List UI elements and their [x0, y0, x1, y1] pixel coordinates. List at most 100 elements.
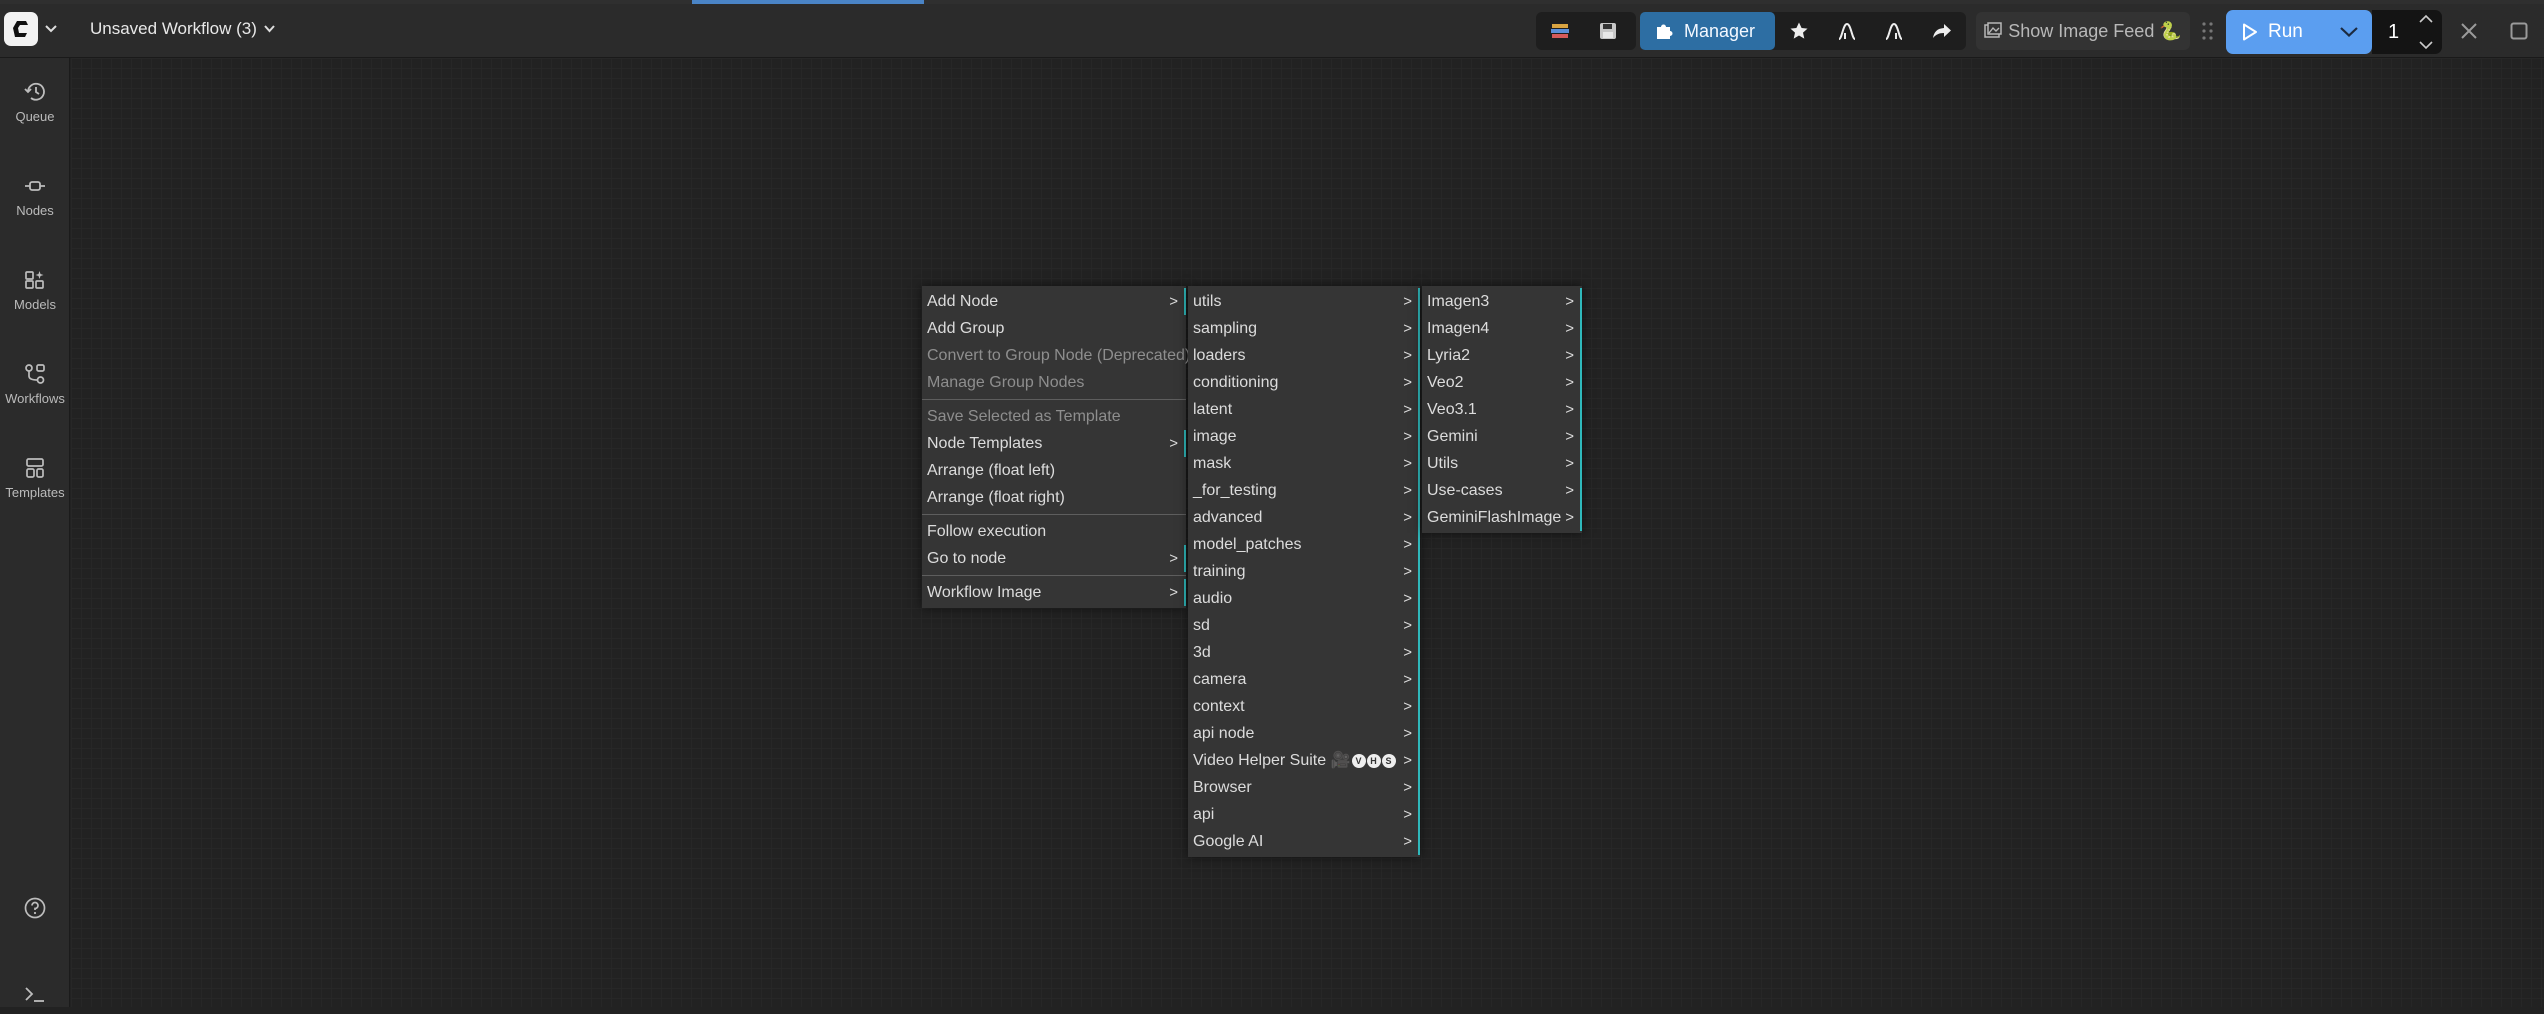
show-image-feed-button[interactable]: Show Image Feed 🐍	[1976, 12, 2190, 50]
run-button-group: Run	[2226, 10, 2372, 54]
category-lyria2[interactable]: Lyria2 >	[1422, 342, 1582, 369]
category-api-node[interactable]: api node >	[1188, 720, 1420, 747]
category-loaders[interactable]: loaders >	[1188, 342, 1420, 369]
sidebar-item-nodes[interactable]: Nodes	[0, 166, 70, 226]
sidebar-item-workflows[interactable]: Workflows	[0, 354, 70, 414]
sidebar-item-models[interactable]: Models	[0, 260, 70, 320]
menu-item-node-templates[interactable]: Node Templates >	[922, 430, 1186, 457]
category-browser[interactable]: Browser >	[1188, 774, 1420, 801]
chevron-down-icon	[264, 25, 275, 33]
graph-icon	[1838, 22, 1856, 40]
run-options-button[interactable]	[2326, 10, 2372, 54]
submenu-arrow-icon: >	[1403, 590, 1412, 607]
category-utils[interactable]: utils >	[1188, 288, 1420, 315]
submenu-arrow-icon: >	[1169, 435, 1178, 452]
category-google-ai[interactable]: Google AI >	[1188, 828, 1420, 855]
library-button[interactable]	[1536, 12, 1584, 50]
menu-separator	[922, 575, 1186, 576]
menu-item-convert-to-group-node: Convert to Group Node (Deprecated)	[922, 342, 1190, 369]
favorites-button[interactable]	[1775, 12, 1823, 50]
chevron-up-icon[interactable]	[2419, 14, 2433, 23]
category-imagen4[interactable]: Imagen4 >	[1422, 315, 1582, 342]
submenu-arrow-icon: >	[1403, 725, 1412, 742]
submenu-arrow-icon: >	[1403, 482, 1412, 499]
category-video-helper-suite[interactable]: Video Helper Suite 🎥 V H S >	[1188, 747, 1420, 774]
category-3d[interactable]: 3d >	[1188, 639, 1420, 666]
category-api[interactable]: api >	[1188, 801, 1420, 828]
star-icon	[1790, 22, 1808, 39]
close-icon[interactable]	[2452, 14, 2486, 48]
menu-item-label: mask	[1193, 455, 1232, 472]
submenu-arrow-icon: >	[1403, 347, 1412, 364]
menu-item-label: Workflow Image	[927, 584, 1042, 601]
category-conditioning[interactable]: conditioning >	[1188, 369, 1420, 396]
category-veo2[interactable]: Veo2 >	[1422, 369, 1582, 396]
workflow-title[interactable]: Unsaved Workflow (3)	[90, 16, 275, 42]
menu-item-follow-execution[interactable]: Follow execution	[922, 518, 1186, 545]
category-veo3-1[interactable]: Veo3.1 >	[1422, 396, 1582, 423]
category-image[interactable]: image >	[1188, 423, 1420, 450]
save-button[interactable]	[1584, 12, 1632, 50]
category-use-cases[interactable]: Use-cases >	[1422, 477, 1582, 504]
menu-item-label: sd	[1193, 617, 1210, 634]
graph-icon	[1885, 22, 1903, 40]
terminal-button[interactable]	[0, 974, 70, 1014]
menu-item-label: image	[1193, 428, 1237, 445]
image-feed-label: Show Image Feed 🐍	[2008, 20, 2182, 41]
chevron-down-icon[interactable]	[2419, 41, 2433, 50]
category-sd[interactable]: sd >	[1188, 612, 1420, 639]
category-mask[interactable]: mask >	[1188, 450, 1420, 477]
category-advanced[interactable]: advanced >	[1188, 504, 1420, 531]
menu-item-arrange-float-left[interactable]: Arrange (float left)	[922, 457, 1186, 484]
category-camera[interactable]: camera >	[1188, 666, 1420, 693]
category-context[interactable]: context >	[1188, 693, 1420, 720]
chevron-down-icon[interactable]	[42, 18, 60, 40]
category-sampling[interactable]: sampling >	[1188, 315, 1420, 342]
category-model-patches[interactable]: model_patches >	[1188, 531, 1420, 558]
submenu-arrow-icon: >	[1403, 644, 1412, 661]
submenu-arrow-icon: >	[1565, 509, 1574, 526]
category-utils[interactable]: Utils >	[1422, 450, 1582, 477]
menu-item-arrange-float-right[interactable]: Arrange (float right)	[922, 484, 1186, 511]
manager-toolgroup: Manager	[1640, 12, 1966, 50]
save-icon	[1600, 23, 1616, 39]
submenu-arrow-icon: >	[1565, 320, 1574, 337]
category-audio[interactable]: audio >	[1188, 585, 1420, 612]
workflow-graph-button[interactable]	[1823, 12, 1871, 50]
category-gemini-flash-image[interactable]: GeminiFlashImage >	[1422, 504, 1582, 531]
manager-button[interactable]: Manager	[1640, 12, 1776, 50]
run-button[interactable]: Run	[2226, 10, 2326, 54]
menu-item-label: 3d	[1193, 644, 1211, 661]
comfy-logo-icon[interactable]	[4, 12, 38, 46]
category-gemini[interactable]: Gemini >	[1422, 423, 1582, 450]
submenu-arrow-icon: >	[1565, 374, 1574, 391]
submenu-arrow-icon: >	[1403, 428, 1412, 445]
menu-item-add-group[interactable]: Add Group	[922, 315, 1186, 342]
category-for-testing[interactable]: _for_testing >	[1188, 477, 1420, 504]
menu-item-manage-group-nodes: Manage Group Nodes	[922, 369, 1186, 396]
help-button[interactable]	[0, 888, 70, 928]
menu-item-label: Add Group	[927, 320, 1005, 337]
google-ai-submenu: Imagen3 > Imagen4 > Lyria2 > Veo2 > Veo3.1 > …	[1422, 286, 1582, 533]
terminal-icon	[25, 987, 44, 1002]
category-latent[interactable]: latent >	[1188, 396, 1420, 423]
sidebar-item-templates[interactable]: Templates	[0, 448, 70, 508]
batch-count-input[interactable]: 1	[2372, 10, 2442, 54]
manager-label: Manager	[1684, 20, 1756, 41]
category-training[interactable]: training >	[1188, 558, 1420, 585]
workflow-graph-alt-button[interactable]	[1871, 12, 1919, 50]
maximize-icon[interactable]	[2502, 14, 2536, 48]
sidebar-item-queue[interactable]: Queue	[0, 72, 70, 132]
sidebar-item-label: Models	[14, 296, 56, 312]
tab-strip	[0, 0, 2544, 4]
puzzle-icon	[1657, 24, 1673, 39]
menu-item-label: Browser	[1193, 779, 1252, 796]
menu-item-workflow-image[interactable]: Workflow Image >	[922, 579, 1186, 606]
menu-item-add-node[interactable]: Add Node >	[922, 288, 1186, 315]
share-button[interactable]	[1918, 12, 1966, 50]
drag-handle-icon[interactable]	[2200, 19, 2216, 43]
menu-item-label: Go to node	[927, 550, 1007, 567]
category-imagen3[interactable]: Imagen3 >	[1422, 288, 1582, 315]
menu-item-label: sampling	[1193, 320, 1258, 337]
menu-item-go-to-node[interactable]: Go to node >	[922, 545, 1186, 572]
